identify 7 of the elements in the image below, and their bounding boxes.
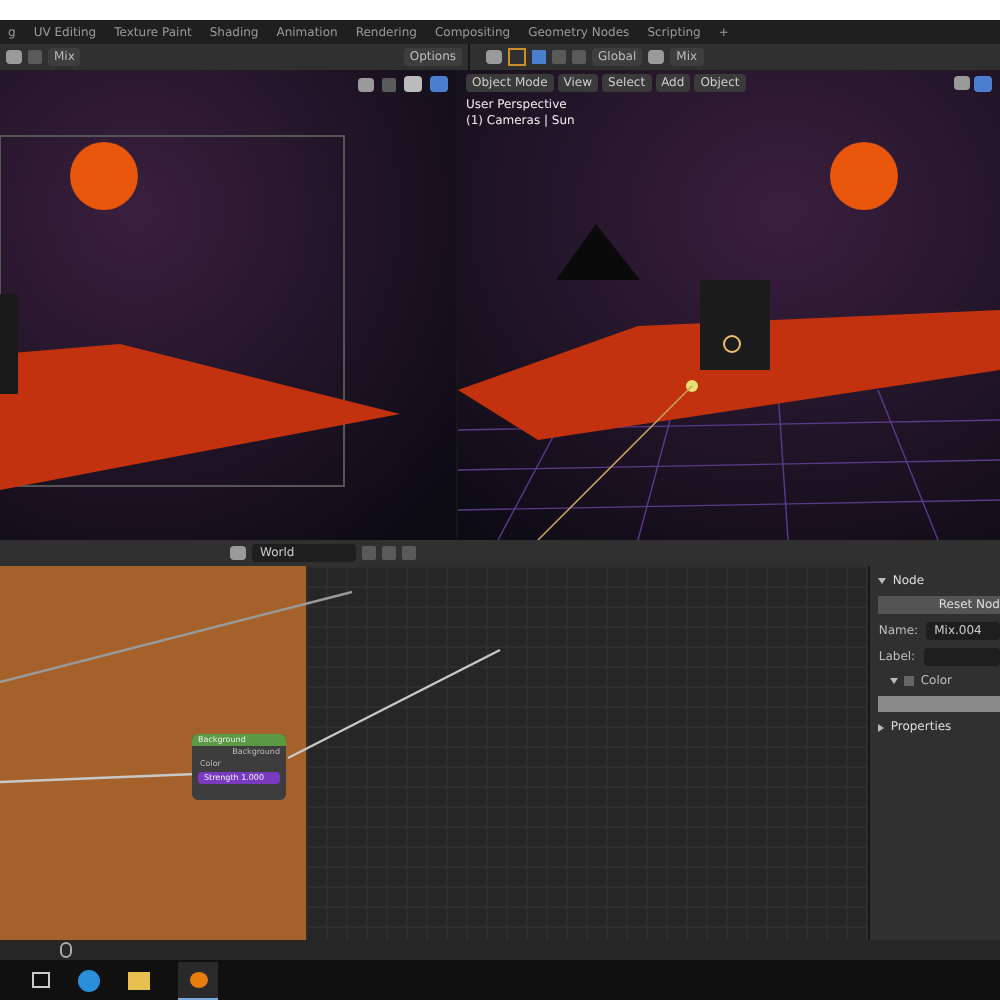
app-icon[interactable] xyxy=(178,961,218,999)
expand-icon[interactable] xyxy=(878,723,885,731)
expand-icon[interactable] xyxy=(890,678,899,684)
expand-icon[interactable] xyxy=(878,578,887,584)
color-swatch[interactable] xyxy=(878,696,1000,712)
mouse-icon xyxy=(60,942,72,958)
checkbox[interactable] xyxy=(904,676,915,686)
